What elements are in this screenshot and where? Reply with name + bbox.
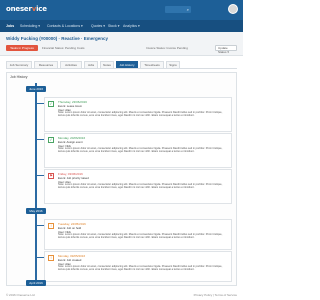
timeline-entry: ✓ Thursday, 23/06/2016 Event: Leave lore… — [44, 97, 232, 132]
job-header: Widdy Fucking (#00000) · Reactive · Emer… — [0, 32, 243, 56]
tab-signs[interactable]: Signs — [166, 61, 180, 68]
app-logo[interactable]: oneservice — [6, 5, 47, 13]
page-footer: © 2016 Oneserve Ltd Privacy Policy | Ter… — [0, 291, 243, 300]
timeline-entry: ✓ Monday, 20/06/2016 Event: Assign event… — [44, 133, 232, 168]
update-status-button[interactable]: Update Status ▾ — [215, 45, 237, 54]
job-tabs: Job Summary Resources Activities Jobs No… — [6, 61, 237, 69]
invoice-status: Invoice Status: Invoice Pending — [146, 46, 188, 50]
financial-status: Financial Status: Pending Costs — [42, 46, 85, 50]
timeline-connector — [37, 103, 44, 104]
timeline-entry: ! Tuesday, 24/05/2016 Event: Job on hold… — [44, 219, 232, 250]
nav-item-stock[interactable]: Stock ▾ — [108, 24, 119, 28]
footer-links[interactable]: Privacy Policy | Terms of Service — [194, 293, 237, 297]
entry-note: Note: Lorem ipsum dolor sit amet, consec… — [58, 233, 223, 240]
flag-icon: ⚑ — [48, 173, 54, 179]
timeline-connector — [37, 257, 44, 258]
tab-jobs[interactable]: Jobs — [84, 61, 98, 68]
tab-job-history[interactable]: Job History — [116, 61, 138, 68]
nav-item-quotes[interactable]: Quotes ▾ — [91, 24, 105, 28]
tab-timesheets[interactable]: Timesheets — [140, 61, 164, 68]
tab-resources[interactable]: Resources — [34, 61, 58, 68]
timeline-connector — [37, 139, 44, 140]
status-badge: Tasks in Progress — [6, 45, 38, 51]
search-icon[interactable]: ⌕ — [187, 7, 189, 12]
tab-activities[interactable]: Activities — [60, 61, 82, 68]
timeline-month: June 2016 — [26, 86, 46, 92]
check-icon: ✓ — [48, 137, 54, 143]
warning-icon: ! — [48, 255, 54, 261]
top-bar: oneservice ⌕ — [0, 0, 243, 20]
entry-note: Note: Lorem ipsum dolor sit amet, consec… — [58, 147, 223, 154]
main-nav: Jobs Scheduling ▾ Contacts & Locations ▾… — [0, 20, 243, 32]
entry-note: Note: Lorem ipsum dolor sit amet, consec… — [58, 265, 223, 272]
check-icon: ✓ — [48, 101, 54, 107]
timeline-entry: ! Monday, 09/05/2016 Event: Job created … — [44, 251, 232, 282]
avatar[interactable] — [228, 4, 238, 14]
nav-item-scheduling[interactable]: Scheduling ▾ — [20, 24, 40, 28]
warning-icon: ! — [48, 223, 54, 229]
timeline-spine — [35, 83, 37, 283]
entry-note: Note: Lorem ipsum dolor sit amet, consec… — [58, 183, 223, 190]
copyright-text: © 2016 Oneserve Ltd — [6, 293, 35, 297]
nav-item-analytics[interactable]: Analytics ▾ — [123, 24, 140, 28]
search-input[interactable]: ⌕ — [165, 6, 191, 13]
panel-title: Job History — [10, 75, 28, 79]
timeline-entry: ⚑ Friday, 03/06/2016 Event: Job priority… — [44, 169, 232, 204]
timeline-month: May 2016 — [26, 208, 46, 214]
timeline-connector — [37, 175, 44, 176]
entry-note: Note: Lorem ipsum dolor sit amet, consec… — [58, 111, 223, 118]
tab-job-summary[interactable]: Job Summary — [6, 61, 32, 68]
nav-item-contacts[interactable]: Contacts & Locations ▾ — [47, 24, 83, 28]
nav-item-jobs[interactable]: Jobs — [6, 24, 14, 28]
timeline-month: April 2016 — [26, 280, 46, 286]
tab-notes[interactable]: Notes — [100, 61, 114, 68]
timeline-connector — [37, 225, 44, 226]
page-title: Widdy Fucking (#00000) · Reactive · Emer… — [6, 36, 108, 41]
